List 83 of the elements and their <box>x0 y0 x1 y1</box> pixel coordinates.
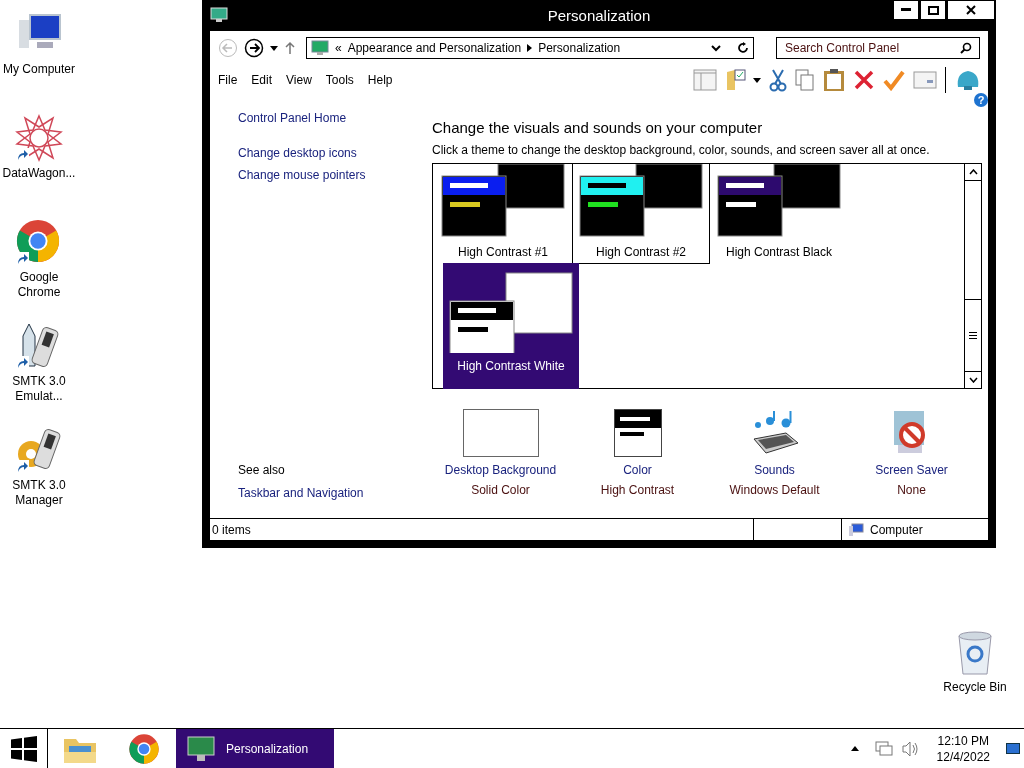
see-also-heading: See also <box>238 463 286 477</box>
monitor-icon[interactable] <box>210 7 228 23</box>
windows-logo-icon <box>10 735 37 762</box>
chevron-down-icon <box>968 377 978 383</box>
sidebar-link[interactable]: Change desktop icons <box>238 146 432 160</box>
refresh-icon[interactable] <box>737 42 749 54</box>
help-icon[interactable]: ? <box>974 93 988 107</box>
taskbar-task[interactable]: Personalization <box>176 729 334 768</box>
setting-value: Windows Default <box>729 483 820 497</box>
chrome-icon[interactable] <box>15 218 61 264</box>
minimize-button[interactable] <box>893 0 919 20</box>
monitor-icon <box>186 734 216 763</box>
chevron-up-icon <box>968 169 978 175</box>
desktop-icon-label[interactable]: Recycle Bin <box>936 680 1014 695</box>
background-swatch-icon[interactable] <box>462 409 539 457</box>
theme-tile[interactable]: High Contrast White <box>443 263 579 389</box>
menu-item[interactable]: Tools <box>325 73 354 87</box>
chrome-icon[interactable] <box>128 732 160 765</box>
delete-x-icon[interactable] <box>853 69 875 91</box>
page-description: Click a theme to change the desktop background, color, sounds, and screen saver all at once. <box>432 143 931 157</box>
window-title: Personalization <box>547 7 651 24</box>
scrollbar[interactable] <box>964 164 981 388</box>
theme-tile[interactable]: High Contrast Black <box>711 164 847 263</box>
theme-preview-icon <box>576 164 706 239</box>
clock-time: 12:10 PM <box>937 732 989 749</box>
recycle-bin-icon[interactable] <box>955 630 995 676</box>
chevron-right-icon <box>527 44 533 52</box>
caret-icon[interactable] <box>753 77 761 83</box>
breadcrumb-item[interactable]: Personalization <box>538 41 621 55</box>
star-pattern-icon[interactable] <box>15 114 63 162</box>
desktop-icon-label[interactable]: DataWagon... <box>0 166 78 181</box>
setting-link[interactable]: Sounds <box>754 463 795 477</box>
sidebar-link[interactable]: Taskbar and Navigation <box>238 486 432 500</box>
search-field[interactable]: Search Control Panel <box>776 37 980 59</box>
network-icon[interactable] <box>874 740 893 757</box>
setting-link[interactable]: Screen Saver <box>875 463 948 477</box>
theme-tile[interactable]: High Contrast #2 <box>573 164 709 263</box>
close-button[interactable] <box>947 0 995 20</box>
checkmark-icon[interactable] <box>883 69 905 91</box>
status-item-count: 0 items <box>210 519 754 540</box>
desktop-icon-label[interactable]: SMTK 3.0 Emulat... <box>0 374 78 404</box>
desktop-icon-label[interactable]: SMTK 3.0 Manager <box>0 478 78 508</box>
menu-item[interactable]: Help <box>367 73 393 87</box>
menu-item[interactable]: View <box>286 73 312 87</box>
folder-icon[interactable] <box>725 68 747 92</box>
forward-button[interactable] <box>244 38 264 58</box>
copy-icon[interactable] <box>795 69 815 91</box>
clipboard-icon[interactable] <box>823 68 845 92</box>
setting-link[interactable]: Desktop Background <box>444 463 557 477</box>
minimize-icon <box>901 8 911 12</box>
scroll-thumb-grip-icon[interactable] <box>969 332 977 339</box>
breadcrumb-separator: « <box>335 41 342 55</box>
speaker-icon[interactable] <box>900 740 919 757</box>
color-scheme-icon[interactable] <box>613 409 662 457</box>
computer-icon <box>848 522 864 537</box>
desktop-icon-label[interactable]: My Computer <box>0 62 78 77</box>
chevron-down-icon[interactable] <box>711 44 721 52</box>
theme-tile[interactable]: High Contrast #1 <box>435 164 571 263</box>
search-icon[interactable] <box>960 42 972 54</box>
show-hidden-icons-button[interactable] <box>850 746 859 751</box>
desktop-icon-label[interactable]: Google Chrome <box>0 270 78 300</box>
menu-item[interactable]: File <box>218 73 238 87</box>
envelope-icon[interactable] <box>913 71 937 89</box>
maximize-icon <box>927 5 939 15</box>
control-panel-icon <box>311 40 329 56</box>
history-dropdown-button[interactable] <box>270 45 278 51</box>
close-icon <box>966 5 976 15</box>
maximize-button[interactable] <box>920 0 946 20</box>
breadcrumb-item[interactable]: Appearance and Personalization <box>347 41 522 55</box>
setting-value: None <box>897 483 926 497</box>
setting-value: Solid Color <box>471 483 530 497</box>
sidebar-link[interactable]: Change mouse pointers <box>238 168 432 182</box>
setting-link[interactable]: Color <box>623 463 652 477</box>
setting-value: High Contrast <box>600 483 675 497</box>
sidebar-link[interactable]: Control Panel Home <box>238 111 432 125</box>
page-heading: Change the visuals and sounds on your computer <box>432 119 764 136</box>
status-location: Computer <box>870 522 923 537</box>
clock-date: 12/4/2022 <box>936 748 990 765</box>
show-desktop-button[interactable] <box>1006 742 1020 755</box>
address-bar[interactable]: « Appearance and Personalization Personalization <box>306 37 754 59</box>
up-button[interactable] <box>284 41 296 55</box>
scissors-icon[interactable] <box>769 68 787 92</box>
menu-item[interactable]: Edit <box>251 73 273 87</box>
